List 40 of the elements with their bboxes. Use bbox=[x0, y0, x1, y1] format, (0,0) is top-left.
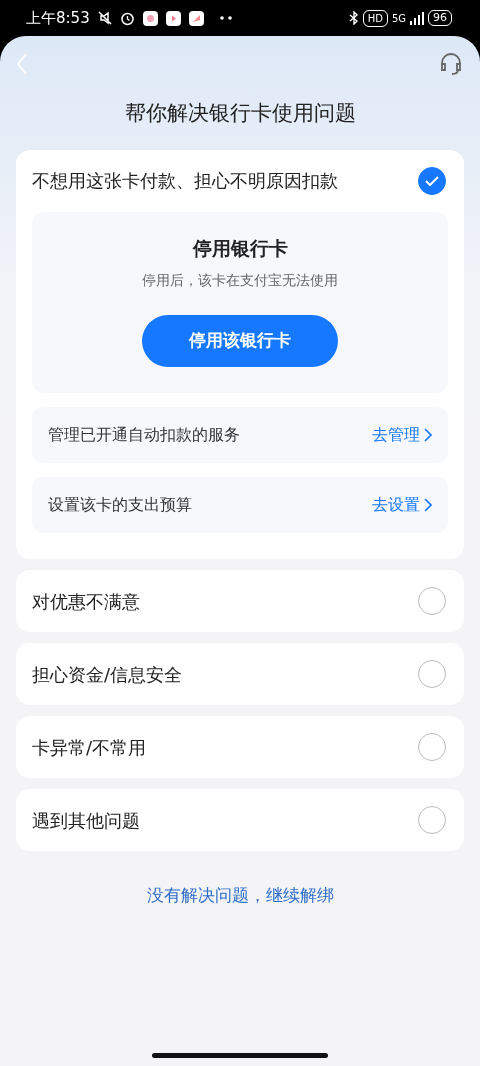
home-indicator[interactable] bbox=[152, 1053, 328, 1058]
network-type: 5G bbox=[391, 11, 406, 26]
stop-card-button[interactable]: 停用该银行卡 bbox=[142, 315, 338, 367]
continue-unbind-link[interactable]: 没有解决问题，继续解绑 bbox=[146, 885, 334, 905]
app-notification-icon bbox=[188, 10, 204, 26]
app-notification-icon bbox=[165, 10, 181, 26]
radio-button[interactable] bbox=[418, 166, 446, 195]
alarm-icon bbox=[119, 10, 135, 26]
option-card[interactable]: 对优惠不满意 bbox=[16, 570, 464, 632]
setting-row[interactable]: 管理已开通自动扣款的服务 去管理 bbox=[32, 407, 448, 463]
chevron-icon bbox=[424, 428, 432, 442]
mute-icon bbox=[97, 11, 112, 25]
setting-row[interactable]: 设置该卡的支出预算 去设置 bbox=[32, 477, 448, 533]
option-card[interactable]: 遇到其他问题 bbox=[16, 789, 464, 851]
chevron-icon bbox=[424, 498, 432, 512]
app-notification-icon bbox=[142, 10, 158, 26]
check-icon bbox=[425, 175, 439, 186]
status-time: 上午8:53 bbox=[26, 7, 90, 29]
option-card[interactable]: 卡异常/不常用 bbox=[16, 716, 464, 778]
option-label: 不想用这张卡付款、担心不明原因扣款 bbox=[32, 169, 338, 193]
setting-label: 管理已开通自动扣款的服务 bbox=[48, 424, 240, 446]
panel-title: 停用银行卡 bbox=[192, 235, 288, 261]
option-card[interactable]: 不想用这张卡付款、担心不明原因扣款 停用银行卡 停用后，该卡在支付宝无法使用 停用该银行卡 管理已开通自动扣款的服务 去管理 设置该卡的支出预算 去设置 bbox=[16, 149, 464, 559]
option-label: 对优惠不满意 bbox=[32, 589, 140, 614]
bluetooth-icon bbox=[348, 11, 359, 25]
hd-indicator: HD bbox=[362, 9, 388, 27]
more-icon bbox=[219, 16, 234, 20]
panel-subtitle: 停用后，该卡在支付宝无法使用 bbox=[142, 271, 338, 290]
action-link[interactable]: 去管理 bbox=[372, 423, 420, 447]
battery-level: 96 bbox=[428, 10, 452, 26]
headset-icon[interactable] bbox=[438, 51, 464, 77]
signal-icon bbox=[410, 11, 424, 25]
back-icon[interactable] bbox=[16, 53, 28, 75]
setting-label: 设置该卡的支出预算 bbox=[48, 494, 192, 516]
option-label: 卡异常/不常用 bbox=[32, 735, 147, 760]
option-label: 遇到其他问题 bbox=[32, 808, 140, 833]
action-link[interactable]: 去设置 bbox=[372, 493, 420, 517]
option-label: 担心资金/信息安全 bbox=[32, 662, 183, 687]
page-title: 帮你解决银行卡使用问题 bbox=[123, 100, 357, 127]
option-card[interactable]: 担心资金/信息安全 bbox=[16, 643, 464, 705]
